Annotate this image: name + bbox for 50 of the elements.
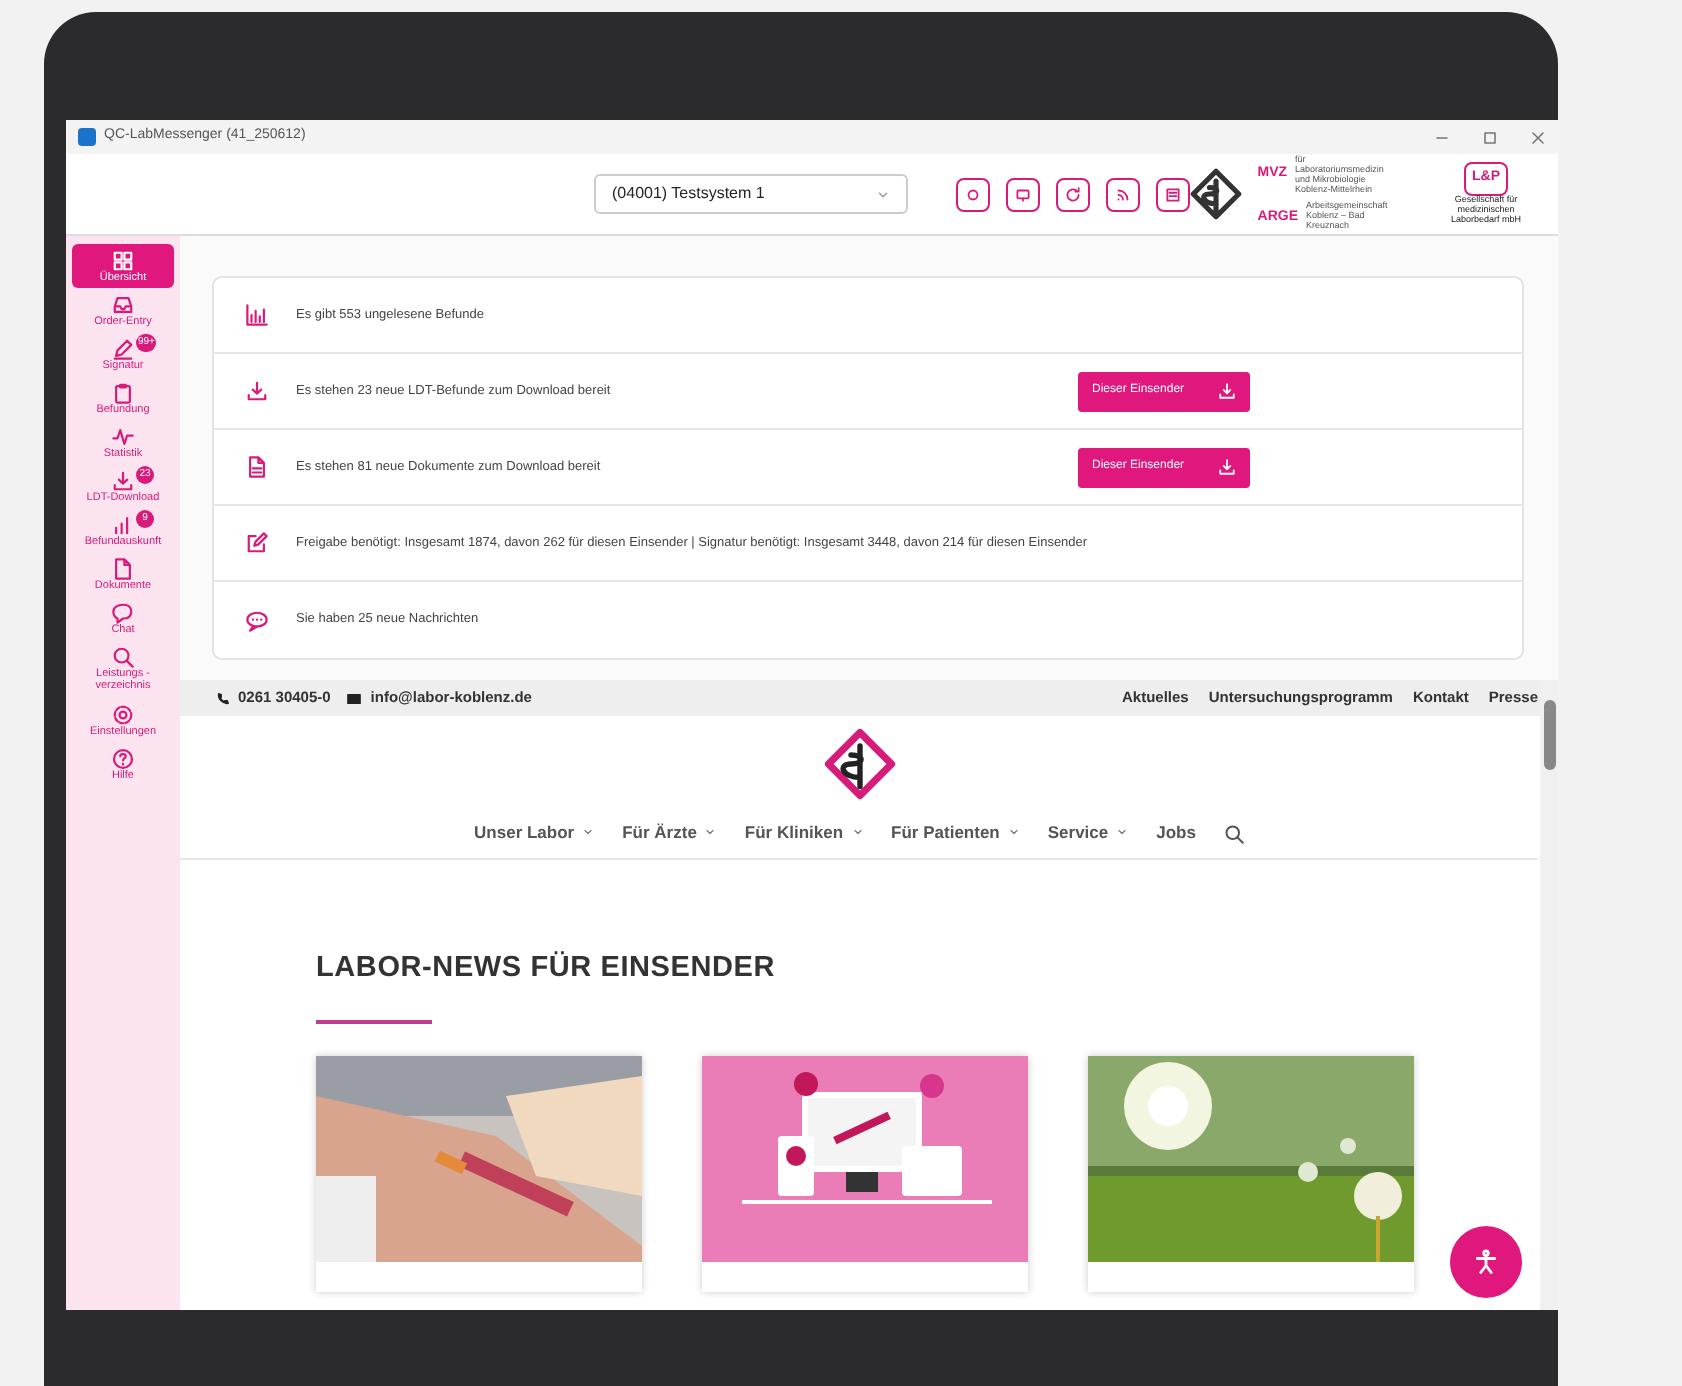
download-icon <box>112 470 134 493</box>
nav-link[interactable]: Für Patienten <box>891 820 1020 846</box>
download-icon <box>1218 458 1236 476</box>
monitor-icon <box>1013 185 1032 203</box>
search-link[interactable] <box>1223 820 1244 846</box>
scrollbar-thumb[interactable] <box>1544 700 1556 770</box>
caduceus-logo-icon <box>823 728 895 800</box>
circle-icon <box>963 185 982 203</box>
clipboard-icon <box>112 382 134 405</box>
grid-icon <box>112 250 134 272</box>
chat-icon <box>112 602 134 625</box>
toolbar-button[interactable] <box>1105 177 1140 211</box>
maximize-icon <box>1482 129 1498 145</box>
inbox-icon <box>112 294 134 317</box>
nav-link[interactable]: Service <box>1047 820 1129 846</box>
nav-link[interactable]: Für Ärzte <box>622 820 717 846</box>
close-icon <box>1530 129 1546 145</box>
nav-link[interactable]: Jobs <box>1156 820 1196 846</box>
toolbar-button[interactable] <box>955 177 990 211</box>
system-select[interactable]: (04001) Testsystem 1 <box>594 174 908 214</box>
chat-icon <box>246 609 268 631</box>
edit-icon <box>246 532 268 554</box>
phone-icon <box>216 691 230 705</box>
chevron-down-icon <box>875 187 890 201</box>
refresh-icon <box>1063 185 1082 203</box>
nav-link[interactable]: Für Kliniken <box>744 820 864 846</box>
accessibility-button[interactable] <box>1450 1226 1522 1298</box>
section-heading: LABOR-NEWS FÜR EINSENDER <box>316 949 778 988</box>
gear-icon <box>112 703 134 726</box>
person-icon <box>1472 1248 1500 1276</box>
document-icon <box>246 456 268 478</box>
help-icon <box>112 747 134 770</box>
toolbar-button[interactable] <box>1005 177 1040 211</box>
download-icon <box>1218 382 1236 400</box>
pulse-icon <box>112 426 134 449</box>
download-icon <box>246 380 268 402</box>
pen-icon <box>112 338 134 361</box>
bar-chart-icon <box>112 514 134 537</box>
document-icon <box>112 558 134 581</box>
toolbar-button[interactable] <box>1155 177 1190 211</box>
chart-icon <box>246 304 268 326</box>
rss-icon <box>1113 185 1132 203</box>
list-icon <box>1163 185 1182 203</box>
heading-underline <box>316 1019 432 1023</box>
search-icon <box>1223 823 1244 844</box>
toolbar-button[interactable] <box>1055 177 1090 211</box>
nav-link[interactable]: Unser Labor <box>474 820 595 846</box>
app-icon <box>78 128 96 146</box>
search-icon <box>112 646 134 669</box>
lab-logo-icon <box>1189 168 1242 220</box>
